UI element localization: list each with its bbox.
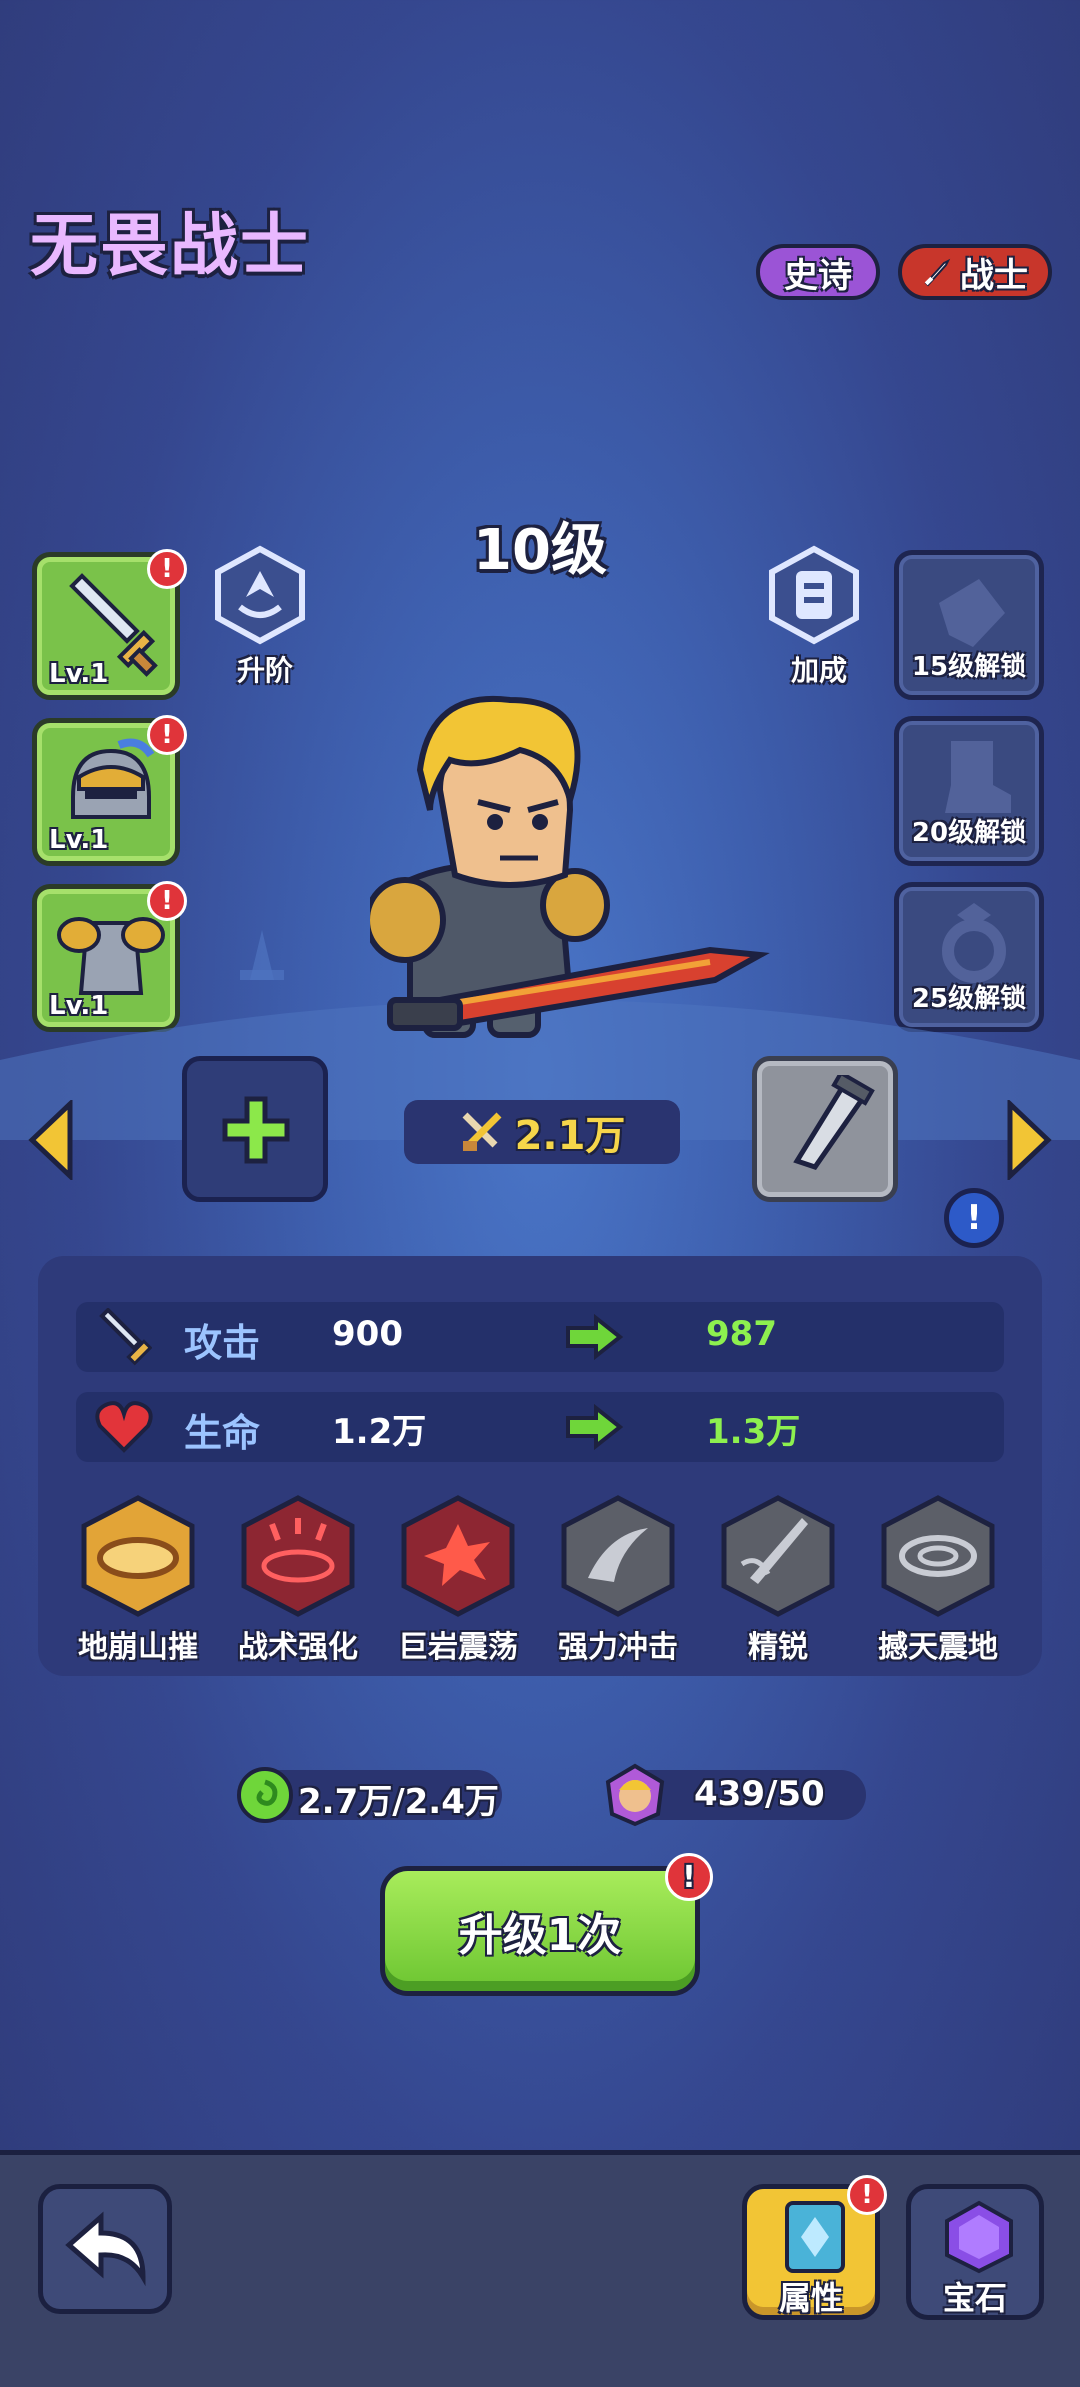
equip-level: Lv.1	[49, 659, 109, 689]
equip-slot-helmet[interactable]: Lv.1 !	[32, 715, 187, 866]
hero-shard-icon	[605, 1763, 665, 1827]
upgrade-button[interactable]: 升级1次 !	[380, 1853, 713, 1996]
bonus-label: 加成	[790, 654, 847, 687]
stat-next: 987	[706, 1314, 777, 1354]
class-tag[interactable]: 战士	[898, 244, 1052, 300]
equip-level: Lv.1	[49, 825, 109, 855]
book-icon	[785, 2201, 845, 2273]
unlock-label: 20级解锁	[911, 818, 1027, 848]
upgrade-label: 升级1次	[458, 1910, 622, 1961]
power-value: 2.1万	[514, 1113, 626, 1159]
exp-value: 2.7万/2.4万	[298, 1782, 499, 1822]
skill-3[interactable]: 强力冲击	[558, 1494, 678, 1666]
tactics-skill-icon	[241, 1495, 355, 1617]
power-strike-skill-icon	[561, 1495, 675, 1617]
landslide-skill-icon	[81, 1495, 195, 1617]
boots-silhouette-icon	[945, 741, 1011, 813]
power-display: 2.1万	[404, 1100, 680, 1164]
unlock-label: 15级解锁	[911, 652, 1027, 682]
skill-2[interactable]: 巨岩震荡	[398, 1494, 518, 1666]
locked-slot-15[interactable]: 15级解锁	[894, 550, 1044, 700]
stat-name: 生命	[184, 1411, 261, 1455]
arrow-right-icon	[566, 1314, 624, 1360]
alert-badge: !	[147, 715, 187, 755]
back-button[interactable]	[38, 2184, 172, 2314]
info-icon: !	[966, 1198, 982, 1238]
boulder-quake-skill-icon	[401, 1495, 515, 1617]
sword-icon	[924, 258, 951, 287]
skill-name: 强力冲击	[558, 1630, 678, 1665]
shard-resource: 439/50	[605, 1763, 866, 1827]
alert-badge: !	[147, 549, 187, 589]
next-hero-arrow[interactable]	[1004, 1100, 1054, 1180]
class-label: 战士	[960, 255, 1028, 296]
sword-icon	[99, 1308, 152, 1366]
prev-hero-arrow[interactable]	[26, 1100, 76, 1180]
locked-slot-20[interactable]: 20级解锁	[894, 716, 1044, 866]
skill-name: 地崩山摧	[78, 1630, 198, 1665]
attributes-tab[interactable]: 属性 !	[742, 2175, 887, 2320]
stat-name: 攻击	[184, 1321, 261, 1365]
rarity-tag[interactable]: 史诗	[756, 244, 880, 300]
hero-name: 无畏战士	[30, 207, 311, 286]
add-item-button[interactable]	[182, 1056, 328, 1202]
stat-row-hp: 生命 1.2万 1.3万	[76, 1392, 1004, 1462]
hero-character[interactable]	[370, 680, 770, 1060]
ascend-button[interactable]: 升阶	[210, 545, 320, 689]
ascend-label: 升阶	[236, 654, 293, 687]
attributes-label: 属性	[778, 2279, 843, 2317]
plus-icon	[222, 1096, 290, 1164]
back-arrow-icon	[65, 2211, 146, 2287]
crossed-swords-icon	[462, 1112, 502, 1151]
skill-0[interactable]: 地崩山摧	[78, 1494, 198, 1666]
exp-resource: 2.7万/2.4万	[237, 1767, 502, 1823]
info-button[interactable]: !	[944, 1188, 1004, 1248]
skill-5[interactable]: 撼天震地	[878, 1494, 998, 1666]
stat-next: 1.3万	[706, 1412, 801, 1452]
skill-name: 巨岩震荡	[398, 1630, 518, 1665]
ascend-icon	[215, 545, 305, 645]
skill-1[interactable]: 战术强化	[238, 1494, 358, 1666]
earthshaker-skill-icon	[881, 1495, 995, 1617]
gems-label: 宝石	[942, 2279, 1007, 2317]
elite-skill-icon	[721, 1495, 835, 1617]
stat-row-attack: 攻击 900 987	[76, 1302, 1004, 1372]
stat-current: 900	[332, 1314, 403, 1354]
list-icon	[769, 545, 859, 645]
bonus-button[interactable]: 加成	[764, 545, 874, 689]
shard-value: 439/50	[694, 1774, 825, 1814]
skill-name: 精锐	[748, 1630, 808, 1665]
skill-name: 撼天震地	[878, 1630, 998, 1665]
stat-current: 1.2万	[332, 1412, 427, 1452]
arrow-right-icon	[566, 1404, 624, 1450]
gems-tab[interactable]: 宝石	[906, 2184, 1044, 2320]
alert-badge: !	[665, 1853, 713, 1901]
skill-4[interactable]: 精锐	[718, 1494, 838, 1666]
broadsword-icon	[793, 1075, 875, 1170]
hero-weapon-slot[interactable]	[752, 1056, 898, 1202]
gem-icon	[945, 2200, 1013, 2274]
gloves-silhouette-icon	[939, 579, 1005, 647]
heart-icon	[95, 1401, 153, 1453]
exp-orb-icon	[237, 1767, 293, 1823]
alert-badge: !	[847, 2175, 887, 2215]
equip-slot-weapon[interactable]: Lv.1 !	[32, 549, 187, 700]
skill-name: 战术强化	[238, 1630, 358, 1665]
